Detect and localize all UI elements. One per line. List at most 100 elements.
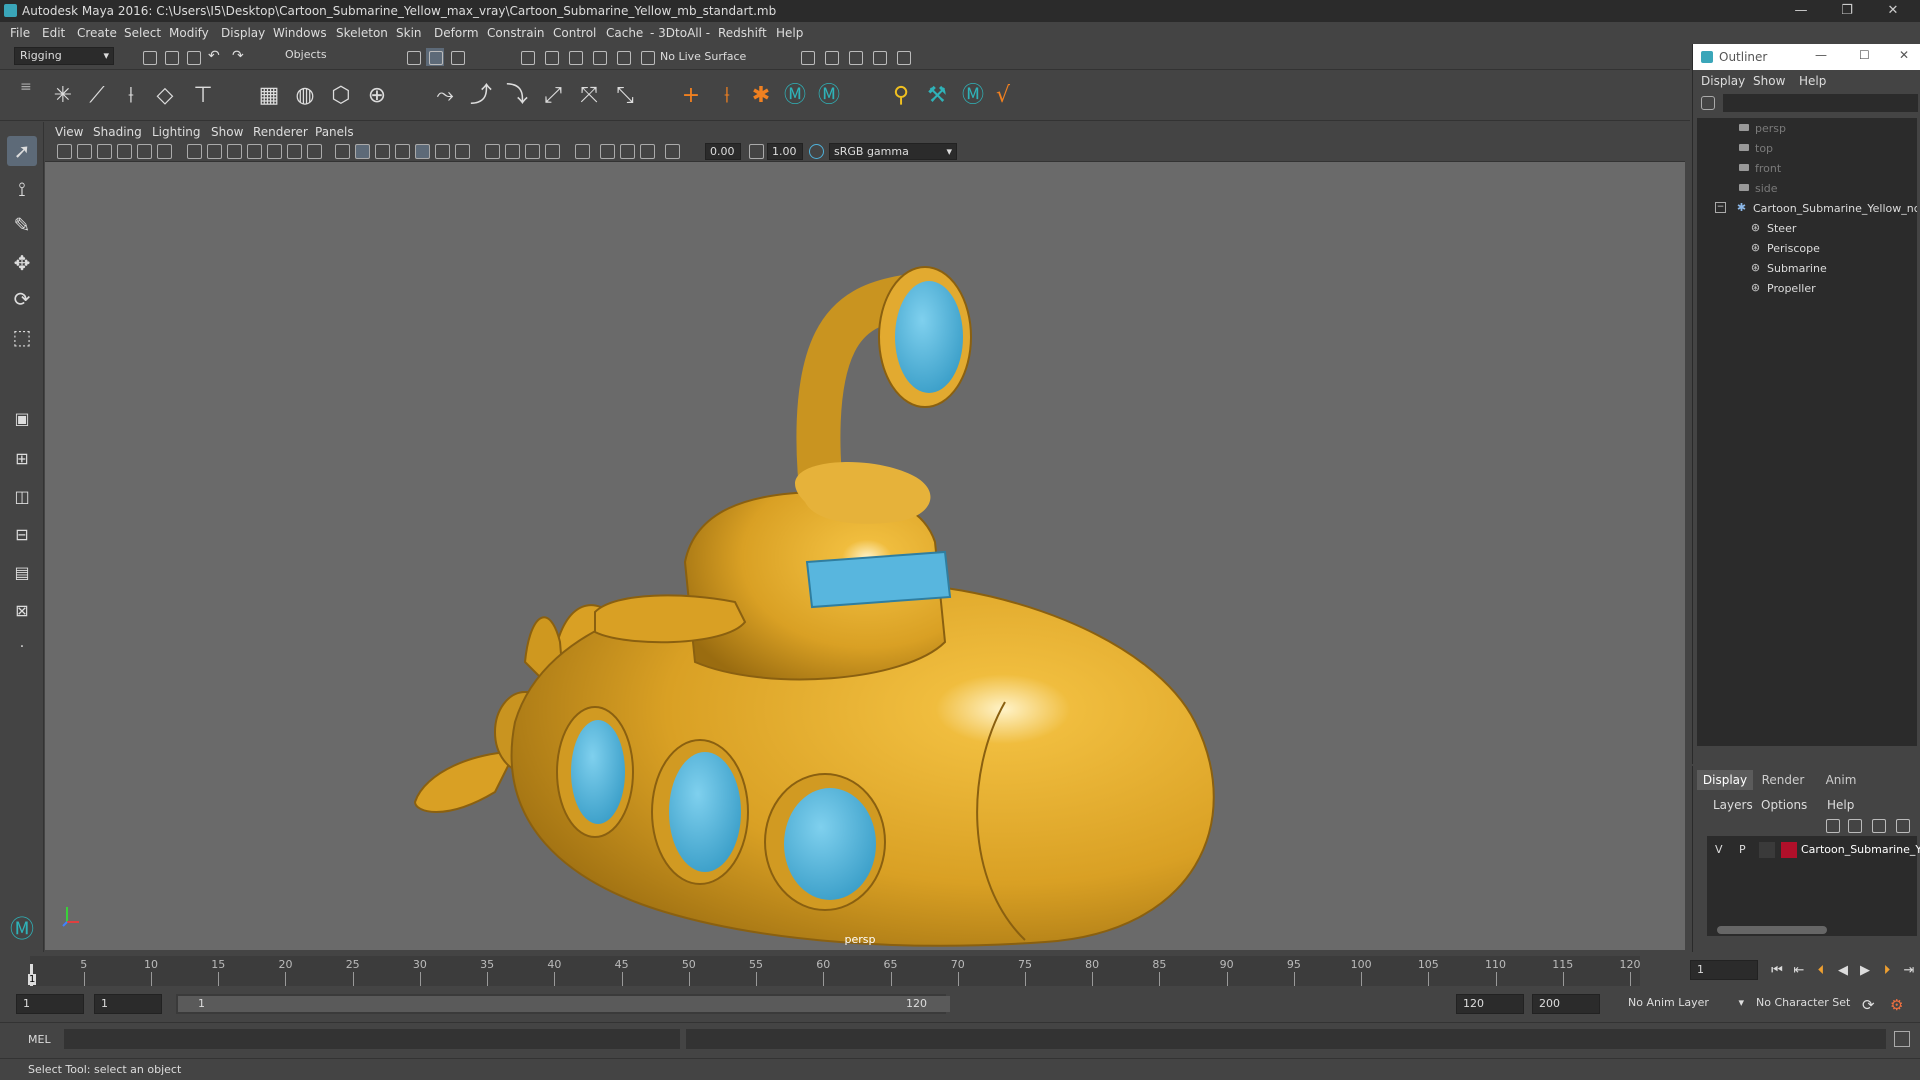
render-current-frame-icon[interactable] <box>822 48 840 66</box>
outliner-menu-display[interactable]: Display <box>1701 74 1745 88</box>
ik-spline-icon[interactable]: ⟊ <box>116 81 146 111</box>
safe-title-icon[interactable] <box>307 144 322 159</box>
textured-icon[interactable] <box>415 144 430 159</box>
open-scene-icon[interactable] <box>162 48 180 66</box>
lattice-icon[interactable]: ⬡ <box>326 81 356 111</box>
two-d-pan-icon[interactable] <box>137 144 152 159</box>
animation-start-field[interactable]: 1 <box>16 994 84 1014</box>
menu-skin[interactable]: Skin <box>396 26 422 40</box>
new-scene-icon[interactable] <box>140 48 158 66</box>
new-layer-icon[interactable] <box>1869 816 1887 834</box>
render-view-icon[interactable] <box>870 48 888 66</box>
outliner-item-submarine[interactable]: ⊛ Submarine <box>1697 258 1917 278</box>
isolate-select-icon[interactable] <box>575 144 590 159</box>
gate-mask-icon[interactable] <box>247 144 262 159</box>
pole-vector-icon[interactable]: ⤡ <box>610 81 640 111</box>
outliner-menu-help[interactable]: Help <box>1799 74 1826 88</box>
single-perspective-layout-icon[interactable]: ▣ <box>7 404 37 434</box>
outliner-close-icon[interactable]: ✕ <box>1899 48 1909 62</box>
ik-handle-icon[interactable]: ⟋ <box>82 81 112 111</box>
ipr-render-icon[interactable] <box>846 48 864 66</box>
color-management-icon[interactable] <box>809 144 824 159</box>
grid-icon[interactable] <box>187 144 202 159</box>
command-language-label[interactable]: MEL <box>28 1033 51 1046</box>
humanik-icon[interactable]: Ⓜ <box>780 81 810 111</box>
shadows-icon[interactable] <box>455 144 470 159</box>
restore-button[interactable]: ❐ <box>1824 0 1870 22</box>
gamma-icon[interactable] <box>749 144 764 159</box>
vp-menu-lighting[interactable]: Lighting <box>152 125 201 139</box>
xray-active-icon[interactable] <box>620 144 635 159</box>
layer-row[interactable]: V P Cartoon_Submarine_Ye <box>1707 840 1920 860</box>
rig-tool-icon[interactable]: ⚒ <box>922 81 952 111</box>
menu-deform[interactable]: Deform <box>434 26 479 40</box>
range-slider[interactable]: 1 120 <box>176 994 950 1014</box>
outliner-item-steer[interactable]: ⊛ Steer <box>1697 218 1917 238</box>
use-all-lights-icon[interactable] <box>435 144 450 159</box>
time-ruler[interactable]: 5 10 15 20 25 30 35 40 45 50 55 60 65 70 75 80 85 90 95 100… <box>28 956 1641 986</box>
vp-menu-view[interactable]: View <box>55 125 83 139</box>
field-chart-icon[interactable] <box>267 144 282 159</box>
render-settings-icon[interactable] <box>798 48 816 66</box>
redo-icon[interactable]: ↷ <box>232 48 244 64</box>
menu-control[interactable]: Control <box>553 26 596 40</box>
select-tool-icon[interactable]: ➚ <box>7 136 37 166</box>
paint-weights-icon[interactable]: ◍ <box>290 81 320 111</box>
viewport-panel[interactable] <box>45 122 1685 950</box>
smooth-shade-icon[interactable] <box>355 144 370 159</box>
playback-end-field[interactable]: 120 <box>1456 994 1524 1014</box>
four-view-layout-icon[interactable]: ⊞ <box>7 444 37 474</box>
aim-constraint-icon[interactable]: ⤴ <box>466 81 496 111</box>
mirror-joint-icon[interactable]: ⊤ <box>188 81 218 111</box>
move-layer-down-icon[interactable] <box>1845 816 1863 834</box>
select-hierarchy-icon[interactable] <box>404 48 422 66</box>
grease-pencil-icon[interactable] <box>157 144 172 159</box>
wireframe-on-shaded-icon[interactable] <box>395 144 410 159</box>
film-gate-icon[interactable] <box>207 144 222 159</box>
outliner-maximize-icon[interactable]: ☐ <box>1859 48 1870 62</box>
exposure-field[interactable]: 0.00 <box>705 143 741 160</box>
snap-curve-icon[interactable] <box>542 48 560 66</box>
tab-anim[interactable]: Anim <box>1813 770 1869 790</box>
tab-render[interactable]: Render <box>1755 770 1811 790</box>
move-layer-up-icon[interactable] <box>1823 816 1841 834</box>
make-live-icon[interactable] <box>638 48 656 66</box>
tab-display[interactable]: Display <box>1697 770 1753 790</box>
anim-layer-dropdown[interactable]: No Anim Layer ▾ <box>1622 994 1748 1014</box>
layer-menu-options[interactable]: Options <box>1761 798 1807 812</box>
layer-horizontal-scrollbar[interactable] <box>1717 926 1827 934</box>
xray-joints-icon[interactable] <box>640 144 655 159</box>
outliner-item-root[interactable]: − ✱ Cartoon_Submarine_Yellow_nc <box>1697 198 1917 218</box>
script-editor-icon[interactable] <box>1894 1031 1910 1047</box>
bookmark-icon[interactable] <box>97 144 112 159</box>
exposure-icon[interactable] <box>665 144 680 159</box>
submarine-model[interactable] <box>45 122 1685 950</box>
insert-joint-icon[interactable]: ◇ <box>150 81 180 111</box>
vp-menu-panels[interactable]: Panels <box>315 125 354 139</box>
menu-help[interactable]: Help <box>776 26 803 40</box>
snap-point-icon[interactable] <box>566 48 584 66</box>
new-layer-selected-icon[interactable] <box>1893 816 1911 834</box>
preferences-icon[interactable]: ⚙ <box>1890 996 1903 1014</box>
cluster-icon[interactable]: ⊕ <box>362 81 392 111</box>
play-backwards-icon[interactable]: ◀ <box>1834 962 1852 980</box>
outliner-filter-icon[interactable] <box>1701 96 1715 110</box>
select-camera-icon[interactable] <box>57 144 72 159</box>
menu-constrain[interactable]: Constrain <box>487 26 545 40</box>
snap-projected-icon[interactable] <box>590 48 608 66</box>
scale-constraint-icon[interactable]: ⤢ <box>538 81 568 111</box>
orient-constraint-icon[interactable]: ⤵ <box>502 81 532 111</box>
character-controls-icon[interactable]: Ⓜ <box>814 81 844 111</box>
wireframe-icon[interactable] <box>335 144 350 159</box>
rotate-tool-icon[interactable]: ⟳ <box>7 284 37 314</box>
vp-menu-shading[interactable]: Shading <box>93 125 142 139</box>
menu-modify[interactable]: Modify <box>169 26 209 40</box>
gamma-field[interactable]: 1.00 <box>767 143 803 160</box>
menu-create[interactable]: Create <box>77 26 117 40</box>
outliner-item-periscope[interactable]: ⊛ Periscope <box>1697 238 1917 258</box>
parent-constraint-icon[interactable]: ⤧ <box>574 81 604 111</box>
outliner-minimize-icon[interactable]: — <box>1815 48 1827 62</box>
auto-key-icon[interactable]: ⟳ <box>1862 996 1875 1014</box>
layer-playback-toggle[interactable]: P <box>1739 843 1746 856</box>
outliner-search-input[interactable] <box>1723 94 1918 112</box>
